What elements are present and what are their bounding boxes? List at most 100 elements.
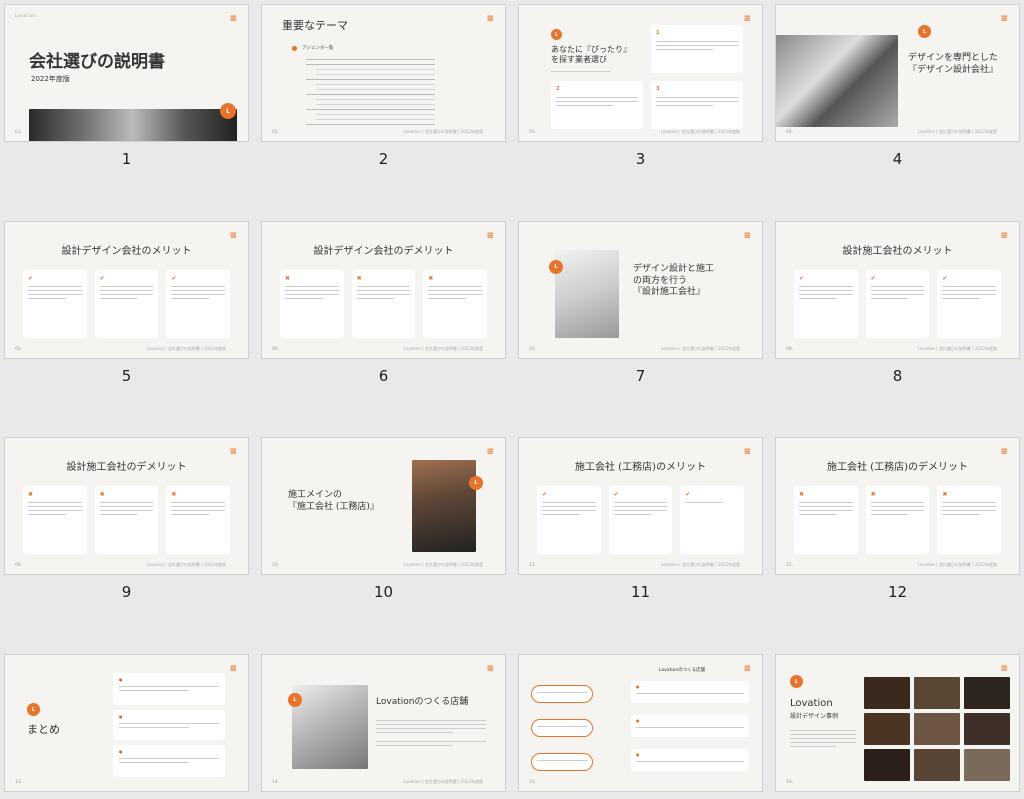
slide-number: 12 <box>887 583 908 601</box>
merit-card: ✔ <box>608 486 673 554</box>
flow-right-2: ● <box>631 715 749 737</box>
feature-card-2: 2 <box>551 81 643 129</box>
menu-icon: ≡ <box>743 447 751 457</box>
slide-thumb-7[interactable]: ≡ L デザイン設計と施工 の両方を行う 『設計施工会社』 07. Lovation… <box>518 221 763 387</box>
slide-9-canvas[interactable]: ≡ 設計施工会社のデメリット ✖ ✖ ✖ 09. Lovation | 会社選び… <box>4 437 249 575</box>
slide-12-canvas[interactable]: ≡ 施工会社 (工務店)のデメリット ✖ ✖ ✖ 12. Lovation | … <box>775 437 1020 575</box>
demerit-card: ✖ <box>351 270 416 338</box>
slide-2-canvas[interactable]: ≡ 重要なテーマ アジェンダ一覧 02. Lovation | 会社選びの説明書… <box>261 4 506 142</box>
slide-title: デザイン設計と施工 の両方を行う 『設計施工会社』 <box>633 264 715 298</box>
slide-title: デザインを専門とした 『デザイン設計会社』 <box>908 53 999 75</box>
card-row: ✖ ✖ ✖ <box>23 486 231 554</box>
cross-icon: ✖ <box>942 491 948 498</box>
slide-title: まとめ <box>27 723 60 736</box>
slide-number: 11 <box>630 583 651 601</box>
slide-number: 5 <box>121 367 132 385</box>
menu-icon: ≡ <box>486 664 494 674</box>
slide-footer: Lovation | 会社選びの説明書 | 2022年度版 <box>403 346 483 351</box>
lovation-logo-icon: L <box>551 29 562 40</box>
body-text-lines <box>790 727 856 747</box>
slide-thumb-5[interactable]: ≡ 設計デザイン会社のメリット ✔ ✔ ✔ 05. Lovation | 会社選… <box>4 221 249 387</box>
cross-icon: ✖ <box>356 275 362 282</box>
slide-number: 10 <box>373 583 394 601</box>
slide-title: 設計デザイン会社のメリット <box>61 246 192 257</box>
slide-thumb-15[interactable]: ≡ Lovationのつくる店舗 ● ● ● 15. 15 <box>518 654 763 799</box>
slide-thumb-6[interactable]: ≡ 設計デザイン会社のデメリット ✖ ✖ ✖ 06. Lovation | 会社… <box>261 221 506 387</box>
slide-thumb-2[interactable]: ≡ 重要なテーマ アジェンダ一覧 02. Lovation | 会社選びの説明書… <box>261 4 506 170</box>
demerit-card: ✖ <box>794 486 858 554</box>
slide-footer: Lovation | 会社選びの説明書 | 2022年度版 <box>660 346 740 351</box>
slide-thumb-14[interactable]: ≡ L Lovationのつくる店舗 14. Lovation | 会社選びの説… <box>261 654 506 799</box>
page-number: 13. <box>15 780 23 785</box>
menu-icon: ≡ <box>1000 447 1008 457</box>
page-number: 08. <box>786 347 794 352</box>
slide-subtitle: 設計デザイン事例 <box>790 713 839 720</box>
demerit-card: ✖ <box>166 486 231 554</box>
merit-card: ✔ <box>794 270 858 338</box>
agenda-label: アジェンダ一覧 <box>302 46 334 51</box>
slide-footer: Lovation | 会社選びの説明書 | 2022年度版 <box>660 129 740 134</box>
slide-title: 重要なテーマ <box>282 19 348 32</box>
slide-number: 9 <box>121 583 132 601</box>
slide-footer: Lovation | 会社選びの説明書 | 2022年度版 <box>403 562 483 567</box>
menu-icon: ≡ <box>229 231 237 241</box>
slide-title: 設計施工会社のメリット <box>842 246 953 257</box>
demerit-card: ✖ <box>23 486 87 554</box>
menu-icon: ≡ <box>486 231 494 241</box>
slide-thumb-16[interactable]: ≡ L Lovation 設計デザイン事例 16. 16 <box>775 654 1020 799</box>
slide-11-canvas[interactable]: ≡ 施工会社 (工務店)のメリット ✔ ✔ ✔ 11. Lovation | 会… <box>518 437 763 575</box>
cross-icon: ✖ <box>428 275 434 282</box>
slide-thumb-9[interactable]: ≡ 設計施工会社のデメリット ✖ ✖ ✖ 09. Lovation | 会社選び… <box>4 437 249 603</box>
check-icon: ✔ <box>28 275 34 282</box>
merit-card: ✔ <box>937 270 1002 338</box>
menu-icon: ≡ <box>486 447 494 457</box>
slide-16-canvas[interactable]: ≡ L Lovation 設計デザイン事例 16. <box>775 654 1020 792</box>
slide-1-canvas[interactable]: Lovation ≡ 会社選びの説明書 2022年度版 L 01. <box>4 4 249 142</box>
cross-icon: ✖ <box>28 491 34 498</box>
page-number: 04. <box>786 130 794 135</box>
check-icon: ✔ <box>685 491 691 498</box>
slide-thumb-8[interactable]: ≡ 設計施工会社のメリット ✔ ✔ ✔ 08. Lovation | 会社選びの… <box>775 221 1020 387</box>
agenda-list <box>306 55 435 125</box>
slide-3-canvas[interactable]: ≡ L あなたに『ぴったり』 を探す業者選び 1 2 3 03. Lovation… <box>518 4 763 142</box>
demerit-card: ✖ <box>937 486 1002 554</box>
lovation-logo-icon: L <box>918 25 931 38</box>
slide-thumb-4[interactable]: ≡ L デザインを専門とした 『デザイン設計会社』 04. Lovation | … <box>775 4 1020 170</box>
slide-15-canvas[interactable]: ≡ Lovationのつくる店舗 ● ● ● 15. <box>518 654 763 792</box>
slide-title: 施工会社 (工務店)のメリット <box>575 462 706 473</box>
slide-footer: Lovation | 会社選びの説明書 | 2022年度版 <box>917 129 997 134</box>
slide-10-canvas[interactable]: ≡ 施工メインの 『施工会社 (工務店)』 L 10. Lovation | 会社… <box>261 437 506 575</box>
slide-7-canvas[interactable]: ≡ L デザイン設計と施工 の両方を行う 『設計施工会社』 07. Lovation… <box>518 221 763 359</box>
slide-5-canvas[interactable]: ≡ 設計デザイン会社のメリット ✔ ✔ ✔ 05. Lovation | 会社選… <box>4 221 249 359</box>
slide-thumb-1[interactable]: Lovation ≡ 会社選びの説明書 2022年度版 L 01. 1 <box>4 4 249 170</box>
slide-6-canvas[interactable]: ≡ 設計デザイン会社のデメリット ✖ ✖ ✖ 06. Lovation | 会社… <box>261 221 506 359</box>
slide-thumb-12[interactable]: ≡ 施工会社 (工務店)のデメリット ✖ ✖ ✖ 12. Lovation | … <box>775 437 1020 603</box>
slide-footer: Lovation | 会社選びの説明書 | 2022年度版 <box>917 562 997 567</box>
slide-footer: Lovation | 会社選びの説明書 | 2022年度版 <box>660 562 740 567</box>
team-hands-photo <box>29 109 237 141</box>
slide-number: 2 <box>378 150 389 168</box>
slide-13-canvas[interactable]: ≡ L まとめ ● ● ● 13. <box>4 654 249 792</box>
slide-thumb-11[interactable]: ≡ 施工会社 (工務店)のメリット ✔ ✔ ✔ 11. Lovation | 会… <box>518 437 763 603</box>
lovation-logo-icon: L <box>220 103 236 119</box>
page-number: 03. <box>529 130 537 135</box>
check-icon: ✔ <box>171 275 177 282</box>
case-photo-2 <box>914 677 960 709</box>
merit-card: ✔ <box>94 270 159 338</box>
card-row: ✔ ✔ ✔ <box>23 270 231 338</box>
page-number: 12. <box>786 563 794 568</box>
slide-8-canvas[interactable]: ≡ 設計施工会社のメリット ✔ ✔ ✔ 08. Lovation | 会社選びの… <box>775 221 1020 359</box>
merit-card: ✔ <box>680 486 745 554</box>
slide-thumb-13[interactable]: ≡ L まとめ ● ● ● 13. 13 <box>4 654 249 799</box>
slide-thumb-3[interactable]: ≡ L あなたに『ぴったり』 を探す業者選び 1 2 3 03. Lovation… <box>518 4 763 170</box>
slide-4-canvas[interactable]: ≡ L デザインを専門とした 『デザイン設計会社』 04. Lovation | … <box>775 4 1020 142</box>
blueprint-photo <box>555 250 619 338</box>
bullet-icon <box>292 46 297 51</box>
brand-text: Lovation <box>15 13 37 18</box>
slide-title: Lovation <box>790 698 833 709</box>
menu-icon: ≡ <box>1000 14 1008 24</box>
slide-thumb-10[interactable]: ≡ 施工メインの 『施工会社 (工務店)』 L 10. Lovation | 会社… <box>261 437 506 603</box>
feature-card-1: 1 <box>651 25 743 73</box>
slide-14-canvas[interactable]: ≡ L Lovationのつくる店舗 14. Lovation | 会社選びの説… <box>261 654 506 792</box>
card-row: ✔ ✔ ✔ <box>537 486 745 554</box>
